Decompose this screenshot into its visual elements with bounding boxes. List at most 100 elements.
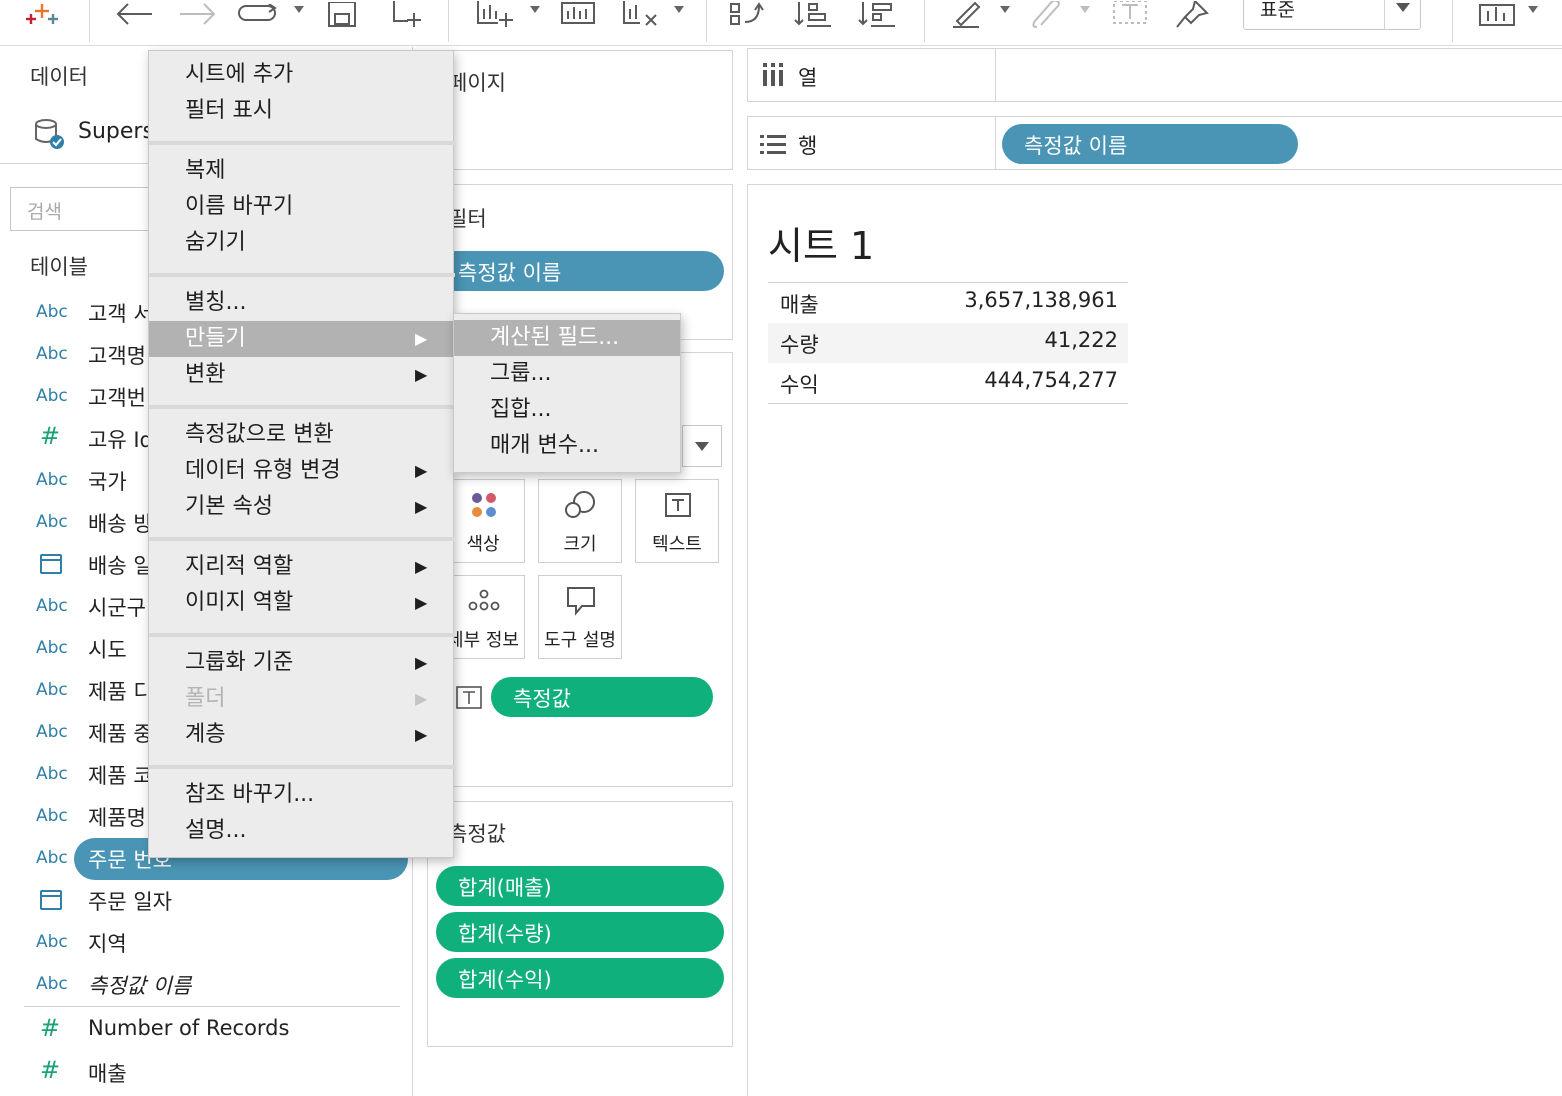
new-sheet-dropdown-icon[interactable] xyxy=(530,6,540,13)
number-type-icon: # xyxy=(40,422,61,450)
field-name: 매출 xyxy=(88,1062,127,1086)
duplicate-sheet-icon[interactable] xyxy=(556,0,600,30)
save-icon[interactable] xyxy=(322,0,362,30)
datasource-name[interactable]: Supers xyxy=(78,119,154,144)
mark-type-dropdown[interactable] xyxy=(682,425,722,467)
field-name: 고객번 xyxy=(88,386,146,410)
submenu-arrow-icon: ▶ xyxy=(415,557,428,576)
menu-item-hierarchy[interactable]: 계층 ▶ xyxy=(149,717,455,753)
field-name: 국가 xyxy=(88,470,127,494)
measure-pill-sum-sales[interactable]: 합계(매출) xyxy=(436,866,724,906)
redo-icon[interactable] xyxy=(176,0,220,30)
menu-item-rename[interactable]: 이름 바꾸기 xyxy=(149,189,455,225)
replay-icon[interactable] xyxy=(236,0,282,30)
group-dropdown-icon[interactable] xyxy=(1080,6,1090,13)
menu-item-add-to-sheet[interactable]: 시트에 추가 xyxy=(149,57,455,93)
worksheet-view[interactable]: 시트 1 매출 3,657,138,961 수량 41,222 수익 444,7… xyxy=(747,184,1562,1096)
field-name: 고유 Id xyxy=(88,428,153,452)
field-item[interactable]: Abc 지역 xyxy=(24,922,400,964)
size-label: 크기 xyxy=(563,534,597,555)
table-row[interactable]: 수량 41,222 xyxy=(768,323,1128,363)
text-mark-icon xyxy=(456,686,482,714)
string-type-icon: Abc xyxy=(36,344,68,364)
menu-item-replace-references[interactable]: 참조 바꾸기... xyxy=(149,777,455,813)
rows-shelf[interactable]: 측정값 이름 xyxy=(996,116,1562,170)
group-members-icon[interactable] xyxy=(1026,0,1068,30)
highlight-dropdown-icon[interactable] xyxy=(1000,6,1010,13)
table-row[interactable]: 매출 3,657,138,961 xyxy=(768,283,1128,323)
toolbar: 표준 xyxy=(0,0,1562,46)
menu-item-show-filter[interactable]: 필터 표시 xyxy=(149,93,455,129)
menu-separator xyxy=(149,405,455,409)
show-me-dropdown-icon[interactable] xyxy=(1528,6,1538,13)
menu-item-change-data-type[interactable]: 데이터 유형 변경 ▶ xyxy=(149,453,455,489)
text-label: 텍스트 xyxy=(652,534,702,555)
field-item[interactable]: Abc 측정값 이름 xyxy=(24,964,400,1006)
string-type-icon: Abc xyxy=(36,974,68,994)
show-mark-labels-icon[interactable] xyxy=(1108,0,1152,30)
submenu-item-parameter[interactable]: 매개 변수... xyxy=(454,428,680,464)
row-header: 매출 xyxy=(780,293,819,317)
chevron-down-icon[interactable] xyxy=(1384,0,1420,29)
submenu-arrow-icon: ▶ xyxy=(415,329,428,348)
sheet-title[interactable]: 시트 1 xyxy=(768,215,874,270)
menu-item-default-properties[interactable]: 기본 속성 ▶ xyxy=(149,489,455,525)
new-worksheet-icon[interactable] xyxy=(472,0,516,30)
measure-pill-sum-profit[interactable]: 합계(수익) xyxy=(436,958,724,998)
divider xyxy=(24,1006,400,1007)
fit-dropdown[interactable]: 표준 xyxy=(1243,0,1421,30)
submenu-item-calculated-field[interactable]: 계산된 필드... xyxy=(454,320,680,356)
submenu-item-set[interactable]: 집합... xyxy=(454,392,680,428)
menu-item-geographic-role[interactable]: 지리적 역할 ▶ xyxy=(149,549,455,585)
clear-dropdown-icon[interactable] xyxy=(674,6,684,13)
undo-icon[interactable] xyxy=(112,0,156,30)
menu-item-describe[interactable]: 설명... xyxy=(149,813,455,849)
field-name: 제품 중 xyxy=(88,722,153,746)
field-item[interactable]: 주문 일자 xyxy=(24,880,400,922)
text-button[interactable]: 텍스트 xyxy=(635,479,719,563)
replay-dropdown-icon[interactable] xyxy=(294,6,304,13)
data-pane-title: 데이터 xyxy=(30,65,88,89)
measure-values-text-pill[interactable]: 측정값 xyxy=(491,677,713,717)
detail-icon xyxy=(468,589,500,611)
sort-descending-icon[interactable] xyxy=(856,0,898,30)
table-row[interactable]: 수익 444,754,277 xyxy=(768,363,1128,403)
submenu-item-group[interactable]: 그룹... xyxy=(454,356,680,392)
string-type-icon: Abc xyxy=(36,638,68,658)
menu-item-convert-to-measure[interactable]: 측정값으로 변환 xyxy=(149,417,455,453)
field-name: 시군구 xyxy=(88,596,146,620)
datasource-icon xyxy=(32,117,66,151)
fix-axes-pin-icon[interactable] xyxy=(1172,0,1214,30)
measure-values-card[interactable]: 측정값 합계(매출) 합계(수량) 합계(수익) xyxy=(427,801,733,1047)
menu-item-transform[interactable]: 변환 ▶ xyxy=(149,357,455,393)
menu-item-image-role[interactable]: 이미지 역할 ▶ xyxy=(149,585,455,621)
swap-rows-columns-icon[interactable] xyxy=(728,0,770,30)
show-me-icon[interactable] xyxy=(1474,0,1520,30)
pages-card[interactable]: 페이지 xyxy=(427,50,733,170)
menu-item-group-by[interactable]: 그룹화 기준 ▶ xyxy=(149,645,455,681)
string-type-icon: Abc xyxy=(36,848,68,868)
sort-ascending-icon[interactable] xyxy=(792,0,834,30)
menu-item-aliases[interactable]: 별칭... xyxy=(149,285,455,321)
rows-pill-measure-names[interactable]: 측정값 이름 xyxy=(1002,124,1298,164)
columns-shelf[interactable] xyxy=(996,48,1562,102)
string-type-icon: Abc xyxy=(36,596,68,616)
field-item[interactable]: # 매출 xyxy=(24,1052,400,1094)
new-datasource-icon[interactable] xyxy=(386,0,426,30)
tooltip-button[interactable]: 도구 설명 xyxy=(538,575,622,659)
submenu-arrow-icon: ▶ xyxy=(415,653,428,672)
size-icon xyxy=(565,491,595,518)
field-item[interactable]: # Number of Records xyxy=(24,1010,400,1052)
filter-pill-measure-names[interactable]: 측정값 이름 xyxy=(436,251,724,291)
menu-item-create[interactable]: 만들기 ▶ xyxy=(149,321,455,357)
menu-item-duplicate[interactable]: 복제 xyxy=(149,153,455,189)
field-name: 제품 코 xyxy=(88,764,153,788)
clear-sheet-icon[interactable] xyxy=(618,0,662,30)
submenu-arrow-icon: ▶ xyxy=(415,461,428,480)
tableau-logo-icon[interactable] xyxy=(24,0,60,30)
measure-pill-sum-quantity[interactable]: 합계(수량) xyxy=(436,912,724,952)
menu-item-hide[interactable]: 숨기기 xyxy=(149,225,455,261)
field-name: 배송 일 xyxy=(88,554,153,578)
highlight-icon[interactable] xyxy=(948,0,990,30)
size-button[interactable]: 크기 xyxy=(538,479,622,563)
